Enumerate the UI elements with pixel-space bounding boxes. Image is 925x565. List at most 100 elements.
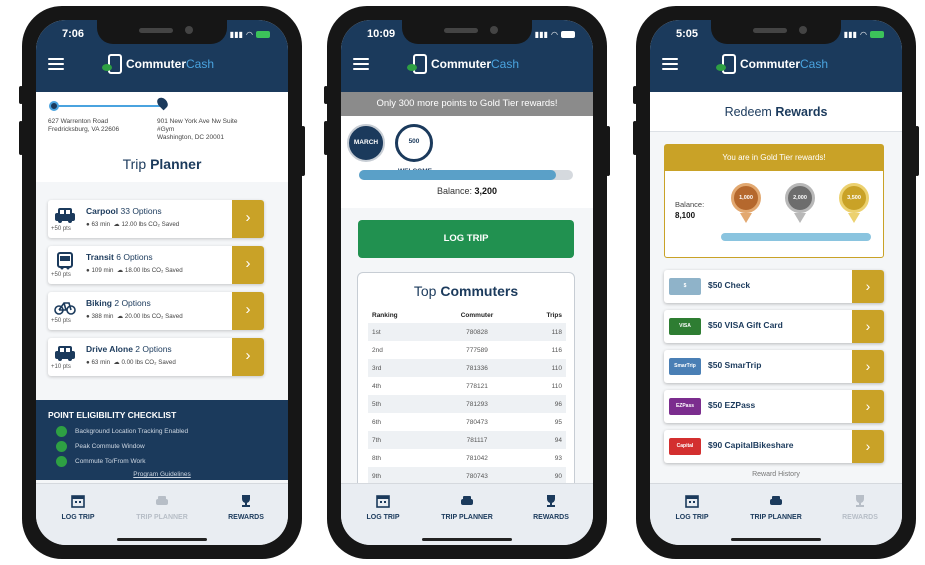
chevron-right-icon[interactable]: › [852,350,884,383]
menu-icon[interactable] [48,58,64,70]
option-name: Transit 6 Options [86,252,153,262]
status-time: 7:06 [62,28,85,40]
reward-name: $50 Check [708,280,751,290]
march-badge[interactable]: MARCH [347,124,385,162]
chevron-right-icon[interactable]: › [232,292,264,330]
tab-log-trip[interactable]: LOG TRIP [657,493,727,545]
gold-medal-icon: 3,500 [839,183,869,223]
reward-thumbnail: VISA [669,318,701,335]
table-row: 1st 780828 118 [368,323,566,341]
table-row: 4th 778121 110 [372,382,562,390]
tier-banner: You are in Gold Tier rewards! [665,145,883,171]
chevron-right-icon[interactable]: › [852,430,884,463]
tab-rewards[interactable]: REWARDS [211,493,281,545]
calendar-icon [71,495,85,508]
trip-option-carpool[interactable]: +50 pts Carpool 33 Options ● 63 min ☁ 12.0… [48,200,264,238]
phone-logo-icon [102,54,122,74]
option-name: Drive Alone 2 Options [86,344,172,354]
cloud-icon: ☁ [113,359,120,366]
tier-card: You are in Gold Tier rewards! Balance: 8,… [664,144,884,258]
program-guidelines-link[interactable]: Program Guidelines [36,471,288,478]
tab-bar: LOG TRIP TRIP PLANNER REWARDS [341,483,593,545]
reward-item[interactable]: VISA $50 VISA Gift Card › [664,310,884,343]
table-row: 7th 781117 94 [368,431,566,449]
bus-icon [54,252,76,270]
reward-thumbnail: Capital [669,438,701,455]
cloud-icon: ☁ [116,267,124,274]
cloud-icon: ☁ [116,313,124,320]
table-header: Ranking Commuter Trips [372,311,562,319]
calendar-icon [376,495,390,508]
status-time: 5:05 [676,28,699,40]
phone-trip-planner: 7:06 ▮▮▮ ◠ CommuterCash 627 Warrenton Roa… [19,6,305,559]
home-indicator [422,538,512,541]
trip-option-transit[interactable]: +50 pts Transit 6 Options ● 109 min ☁ 18.0… [48,246,264,284]
log-trip-button[interactable]: LOG TRIP [358,220,574,258]
trophy-icon [856,495,864,507]
status-icons: ▮▮▮ ◠ [230,30,270,39]
phone-dashboard: 10:09 ▮▮▮ ◠ CommuterCash Only 300 more po… [324,6,610,559]
option-name: Carpool 33 Options [86,206,162,216]
clock-icon: ● [86,313,90,320]
clock-icon: ● [86,359,90,366]
phone-logo-icon [716,54,736,74]
checklist-item: Background Location Tracking Enabled [56,426,188,437]
tab-log-trip[interactable]: LOG TRIP [348,493,418,545]
clock-icon: ● [86,267,90,274]
screen: 5:05 ▮▮▮ ◠ CommuterCash Redeem Rewards Yo… [650,20,902,545]
reward-name: $50 SmarTrip [708,360,762,370]
points-label: +50 pts [51,226,71,232]
reward-name: $50 EZPass [708,400,756,410]
option-meta: ● 388 min ☁ 20.00 lbs CO₂ Saved [86,313,183,320]
chevron-right-icon[interactable]: › [232,200,264,238]
check-icon [56,456,67,467]
tier-progress-bar [721,233,871,241]
option-name: Biking 2 Options [86,298,151,308]
reward-thumbnail: EZPass [669,398,701,415]
table-row: 3rd 781336 110 [368,359,566,377]
reward-item[interactable]: EZPass $50 EZPass › [664,390,884,423]
points-progress-bar [359,170,573,180]
table-row: 6th 780473 95 [372,418,562,426]
trophy-icon [242,495,250,507]
points-label: +50 pts [51,318,71,324]
reward-item[interactable]: Capital $90 CapitalBikeshare › [664,430,884,463]
trip-option-biking[interactable]: +50 pts Biking 2 Options ● 388 min ☁ 20.00… [48,292,264,330]
reward-item[interactable]: $ $50 Check › [664,270,884,303]
table-row: 8th 781042 93 [372,454,562,462]
car-icon [461,496,473,505]
menu-icon[interactable] [353,58,369,70]
reward-history-link[interactable]: Reward History [650,471,902,478]
status-icons: ▮▮▮ ◠ [535,30,575,39]
check-icon [56,426,67,437]
reward-name: $90 CapitalBikeshare [708,440,794,450]
table-row: 2nd 777589 116 [372,346,562,354]
phone-logo-icon [407,54,427,74]
reward-name: $50 VISA Gift Card [708,320,783,330]
home-indicator [117,538,207,541]
welcome-badge[interactable]: 500 WELCOME [395,124,433,175]
home-indicator [731,538,821,541]
option-meta: ● 63 min ☁ 0.00 lbs CO₂ Saved [86,359,176,366]
tab-log-trip[interactable]: LOG TRIP [43,493,113,545]
origin-dot-icon [49,101,59,111]
page-title: Trip Planner [122,156,202,172]
option-meta: ● 63 min ☁ 12.00 lbs CO₂ Saved [86,221,180,228]
calendar-icon [685,495,699,508]
chevron-right-icon[interactable]: › [852,310,884,343]
reward-item[interactable]: SmarTrip $50 SmarTrip › [664,350,884,383]
screen: 7:06 ▮▮▮ ◠ CommuterCash 627 Warrenton Roa… [36,20,288,545]
trip-option-drive-alone[interactable]: +10 pts Drive Alone 2 Options ● 63 min ☁ 0… [48,338,264,376]
chevron-right-icon[interactable]: › [232,246,264,284]
chevron-right-icon[interactable]: › [232,338,264,376]
tab-rewards[interactable]: REWARDS [825,493,895,545]
status-time: 10:09 [367,28,396,40]
reward-thumbnail: $ [669,278,701,295]
menu-icon[interactable] [662,58,678,70]
app-logo: CommuterCash [716,54,828,74]
balance-text: Balance: 3,200 [436,186,498,196]
status-icons: ▮▮▮ ◠ [844,30,884,39]
chevron-right-icon[interactable]: › [852,390,884,423]
chevron-right-icon[interactable]: › [852,270,884,303]
tab-rewards[interactable]: REWARDS [516,493,586,545]
